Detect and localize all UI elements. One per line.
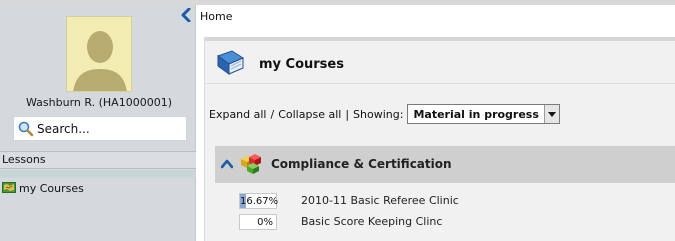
dropdown-arrow-icon (543, 105, 559, 123)
expand-all-link[interactable]: Expand all (209, 108, 267, 121)
lessons-heading: Lessons (0, 151, 196, 169)
progress-bar: 0% (239, 214, 277, 230)
user-name[interactable]: Washburn R. (HA1000001) (4, 96, 194, 109)
course-row[interactable]: 16.67% 2010-11 Basic Referee Clinic (205, 191, 675, 211)
breadcrumb-home[interactable]: Home (200, 10, 232, 23)
section-header[interactable]: Compliance & Certification (215, 146, 675, 183)
progress-label: 0% (257, 217, 273, 228)
section-title: Compliance & Certification (271, 157, 452, 171)
separator-slash: / (270, 107, 275, 121)
book-icon (215, 50, 245, 76)
filter-row: Expand all / Collapse all | Showing: Mat… (209, 103, 560, 125)
collapse-chevron-icon[interactable] (220, 159, 234, 169)
avatar[interactable] (66, 16, 132, 92)
filter-select-value: Material in progress (413, 107, 539, 121)
sidebar-item-label: my Courses (19, 181, 84, 195)
course-link[interactable]: Basic Score Keeping Clinc (301, 215, 442, 228)
main-panel: my Courses Expand all / Collapse all | S… (204, 37, 675, 241)
search-label: Search... (37, 121, 90, 136)
sidebar-item-my-courses[interactable]: my Courses (2, 180, 84, 196)
separator-pipe: | (345, 107, 350, 121)
header-divider (205, 83, 675, 84)
progress-bar: 16.67% (239, 193, 279, 209)
collapse-all-link[interactable]: Collapse all (278, 108, 341, 121)
panel-top-divider (205, 37, 675, 41)
sidebar: Washburn R. (HA1000001) Search... Lesson… (0, 5, 196, 241)
course-link[interactable]: 2010-11 Basic Referee Clinic (301, 194, 459, 207)
map-icon (2, 182, 16, 194)
course-row[interactable]: 0% Basic Score Keeping Clinc (205, 212, 675, 232)
progress-label: 16.67% (240, 196, 279, 207)
search-button[interactable]: Search... (13, 116, 187, 141)
page-title: my Courses (259, 57, 344, 72)
back-chevron-icon[interactable] (180, 7, 192, 23)
filter-select[interactable]: Material in progress (407, 104, 560, 124)
cubes-icon (239, 153, 263, 175)
search-icon (18, 121, 34, 137)
user-silhouette-icon (73, 31, 127, 91)
lessons-divider (0, 170, 196, 178)
panel-header: my Courses (205, 45, 675, 85)
showing-label: Showing: (353, 107, 404, 121)
